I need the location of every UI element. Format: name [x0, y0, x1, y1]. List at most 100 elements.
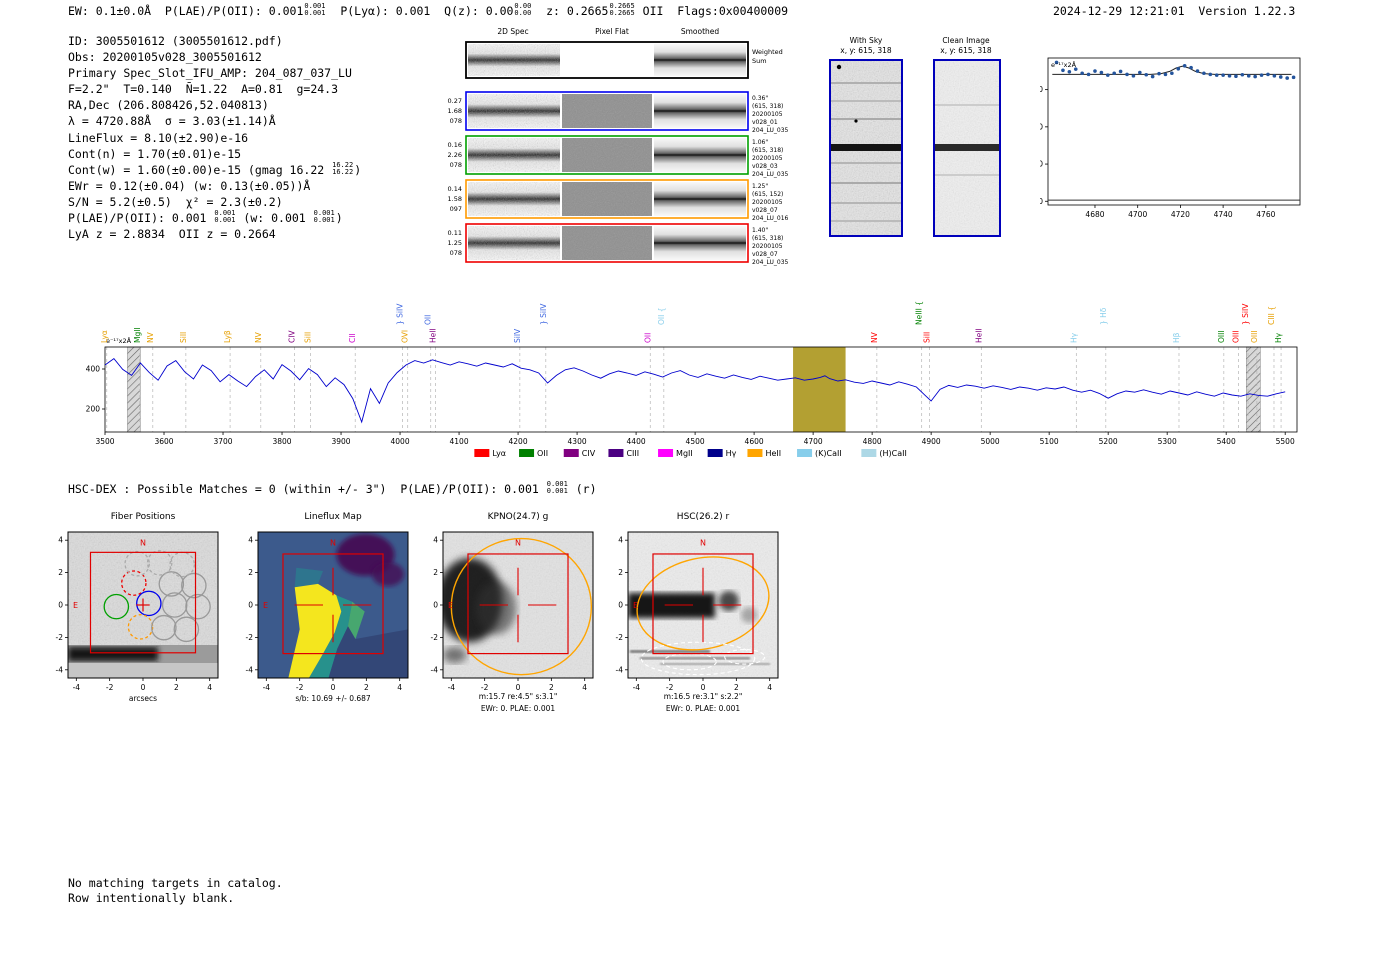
x-tick-label: -4	[633, 683, 641, 692]
hsc-r-caption-1: m:16.5 re:3.1" s:2.2"	[663, 692, 743, 701]
flux-units-annotation: e⁻¹⁷x2Å	[106, 336, 132, 345]
fiber-id-label: v028_03	[752, 163, 778, 170]
legend-label: HeII	[765, 449, 781, 458]
cosmic-ray-dot	[854, 119, 858, 123]
emission-line-label: OIII	[1217, 330, 1226, 343]
noise-overlay	[562, 182, 652, 216]
noise-overlay	[468, 226, 560, 260]
x-tick-label: 4500	[686, 437, 705, 446]
x-tick-label: 5000	[981, 437, 1000, 446]
fraction-bottom: 16.22	[332, 167, 354, 176]
y-tick-label: -4	[616, 665, 624, 674]
info-line-cont-n: Cont(n) = 1.70(±0.01)e-15	[68, 146, 242, 161]
x-tick-label: 5300	[1158, 437, 1177, 446]
emission-line-label: NeIII {	[915, 301, 924, 325]
fiber-weight-label: 078	[450, 249, 462, 257]
header-metrics-text: z: 0.2665	[532, 4, 609, 18]
fiber-id-label: v028_01	[752, 119, 778, 126]
info-line-seeing: F=2.2" T=0.140 N̄=1.22 A=0.81 g=24.3	[68, 82, 339, 97]
fiber-id-label: v028_07	[752, 207, 778, 214]
y-tick-label: -2	[431, 633, 439, 642]
hsc-dex-text: HSC-DEX : Possible Matches = 0 (within +…	[68, 482, 546, 496]
y-tick-label: 2	[433, 568, 438, 577]
fraction-bottom: 0.001	[546, 487, 568, 495]
emission-line-label: NV	[870, 331, 879, 343]
y-tick-label: -4	[56, 665, 64, 674]
emission-line-label: HeII	[974, 328, 983, 343]
elixer-report-page: EW: 0.1±0.0Å P(LAE)/P(OII): 0.001 0.001 0…	[0, 0, 1400, 953]
x-tick-label: 5200	[1099, 437, 1118, 446]
emission-line-label: } SiIV	[539, 303, 548, 325]
emission-line-label: Lyβ	[223, 330, 232, 343]
plot-border	[1047, 57, 1301, 206]
fraction-bottom: 0.001	[214, 216, 236, 225]
noise-overlay	[468, 138, 560, 172]
info-line-plae: P(LAE)/P(OII): 0.001 0.001 0.001 (w: 0.00…	[68, 210, 361, 226]
plae-text: (w: 0.001	[236, 211, 313, 226]
y-tick-label: 2	[248, 568, 253, 577]
x-tick-label: 4700	[804, 437, 823, 446]
spectrum-data-point	[1278, 75, 1283, 79]
x-tick-label: 4200	[509, 437, 528, 446]
plae-w-uncertainty-fraction: 0.001 0.001	[314, 210, 335, 223]
fiber-positions-panel: -4 -2 0 2 4 -4 -2 0 2 4 N E	[56, 531, 219, 692]
x-tick-label: 4720	[1171, 210, 1190, 219]
spectrum-data-point	[1163, 72, 1168, 77]
x-tick-label: 3800	[272, 437, 291, 446]
kpno-g-caption-1: m:15.7 re:4.5" s:3.1"	[478, 692, 558, 701]
x-tick-label: -2	[296, 683, 304, 692]
emission-line-label: SiII	[179, 332, 188, 343]
fiber-weight-label: 1.58	[448, 195, 462, 203]
info-line-radec: RA,Dec (206.808426,52.040813)	[68, 98, 269, 113]
plot-border	[104, 346, 1298, 433]
x-tick-label: 4100	[450, 437, 469, 446]
emission-line-label: CIV	[287, 330, 296, 343]
legend-label: CIV	[582, 449, 596, 458]
y-tick-label: -4	[246, 665, 254, 674]
spectrum-data-point	[1099, 70, 1104, 75]
x-tick-label: 3500	[95, 437, 114, 446]
x-tick-label: 0	[516, 683, 521, 692]
emission-line-label: } Hδ	[1099, 307, 1108, 325]
spec2d-cutout-strips: WeightedSum0.271.680780.36"(615, 318)202…	[448, 41, 789, 266]
plae-uncertainty-fraction: 0.001 0.001	[214, 210, 235, 223]
fiber-id-label: (615, 318)	[752, 235, 783, 242]
fiber-id-label: 204_LU_016	[752, 215, 789, 222]
spectrum-data-point	[1195, 69, 1200, 73]
spectrum-data-point	[1105, 73, 1110, 77]
emission-line-label: OII	[643, 333, 652, 343]
footer-blank-row: Row intentionally blank.	[68, 891, 235, 905]
spectrum-data-point	[1112, 71, 1117, 76]
plae-uncertainty-fraction: 0.001 0.001	[304, 3, 325, 16]
info-line-lineflux: LineFlux = 8.10(±2.90)e-16	[68, 130, 249, 145]
emission-line-label: OII	[424, 315, 433, 325]
x-tick-label: 5100	[1040, 437, 1059, 446]
x-tick-label: 3900	[331, 437, 350, 446]
spectrum-data-point	[1144, 72, 1149, 77]
emission-line-label: SiII	[922, 332, 931, 343]
plae-text: P(LAE)/P(OII): 0.001	[68, 211, 214, 226]
fraction-bottom: 0.2665	[609, 9, 635, 17]
x-tick-label: -4	[73, 683, 81, 692]
noise-overlay	[562, 226, 652, 260]
info-line-wavelength: λ = 4720.88Å σ = 3.03(±1.14)Å	[68, 114, 276, 129]
fiber-id-label: (615, 318)	[752, 103, 783, 110]
y-tick-label: 100	[1040, 160, 1043, 169]
weighted-sum-label: Sum	[752, 57, 767, 65]
fiber-weight-label: 0.11	[448, 229, 462, 237]
legend-label: (H)CaII	[879, 449, 906, 458]
kpno-g-panel: -4 -2 0 2 4 -4 -2 0 2 4 N E	[431, 531, 594, 692]
emission-line-label: SiII	[303, 332, 312, 343]
fiber-id-label: 1.40"	[752, 227, 768, 234]
y-tick-label: 0	[1040, 197, 1043, 206]
emission-line-label: MgII	[133, 327, 142, 343]
flux-units-annotation: e⁻¹⁷x2Å	[1051, 60, 1077, 69]
legend-label: (K)CaII	[815, 449, 842, 458]
fiber-id-label: 20200105	[752, 243, 783, 250]
sky-image-panels	[829, 59, 1001, 237]
info-line-cont-w: Cont(w) = 1.60(±0.00)e-15 (gmag 16.22 16…	[68, 162, 361, 178]
x-tick-label: 4	[582, 683, 587, 692]
emission-line-label: OII {	[657, 308, 666, 325]
spectrum-data-point	[1086, 72, 1091, 77]
spectrum-data-point	[1067, 69, 1072, 74]
